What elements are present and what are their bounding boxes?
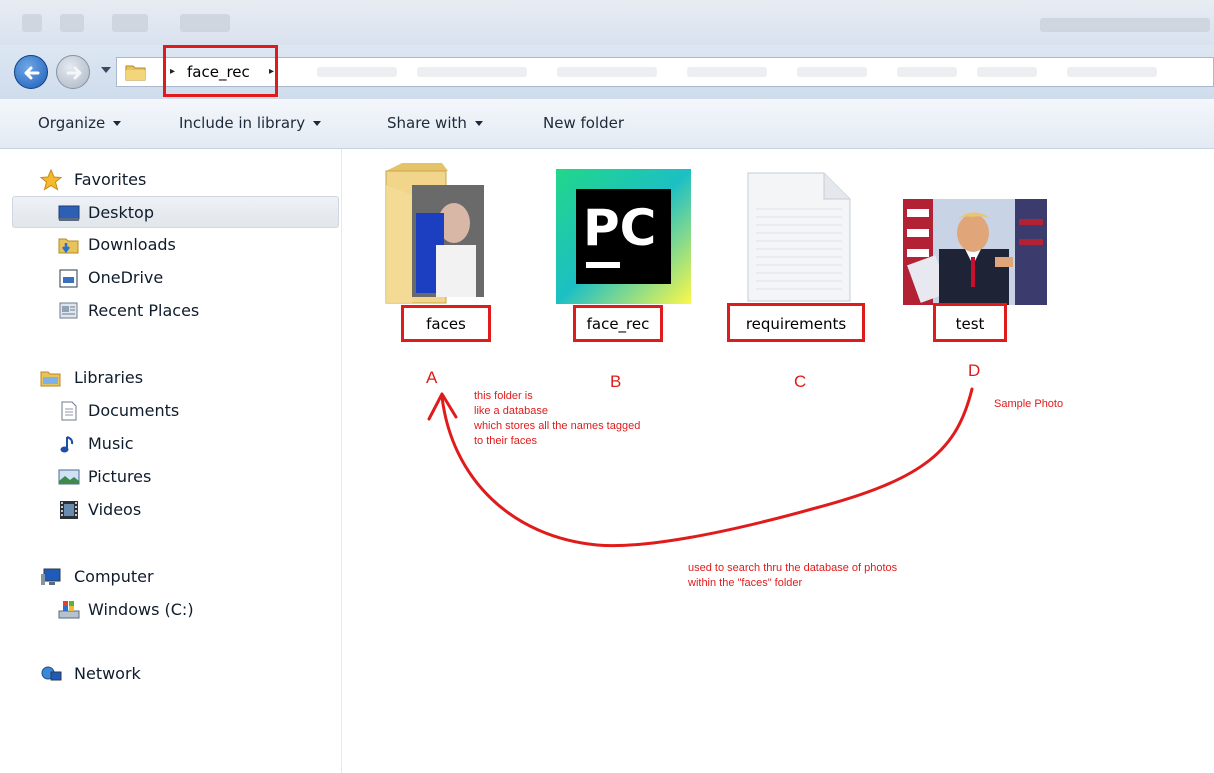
navigation-pane: Favorites Desktop Downloads OneDrive Rec… [0, 149, 342, 773]
blurred-bg [417, 67, 527, 77]
arrow-right-icon [66, 66, 82, 80]
blurred-bg [557, 67, 657, 77]
computer-icon [41, 568, 61, 585]
sidebar-item-label: OneDrive [88, 268, 164, 287]
explorer-window: ▸ face_rec ▸ Organize Include in library… [0, 0, 1214, 773]
blurred-bg [1067, 67, 1157, 77]
network-icon [41, 666, 62, 681]
new-folder-label: New folder [543, 114, 625, 132]
include-in-library-menu[interactable]: Include in library [179, 114, 322, 132]
recent-places-icon [59, 302, 78, 319]
sidebar-item-label: Desktop [88, 203, 154, 222]
sidebar-item-label: Recent Places [88, 301, 200, 320]
pictures-icon [58, 469, 80, 485]
music-icon [60, 436, 74, 453]
annotation-arrow [427, 387, 974, 548]
downloads-icon [58, 238, 79, 254]
sidebar-item-label: Network [74, 664, 141, 683]
blurred-bg [897, 67, 957, 77]
sidebar-item-label: Pictures [88, 467, 152, 486]
share-with-label: Share with [387, 114, 467, 132]
address-highlight-box [163, 45, 278, 97]
documents-icon [61, 401, 77, 421]
sidebar-item-label: Documents [88, 401, 180, 420]
share-with-menu[interactable]: Share with [387, 114, 483, 132]
sidebar-item-label: Music [88, 434, 134, 453]
sidebar-item-label: Computer [74, 567, 154, 586]
chevron-down-icon [474, 121, 483, 126]
file-list-pane: faces PC face_rec requirements test A B … [342, 149, 1214, 773]
sidebar-item-label: Videos [88, 500, 142, 519]
onedrive-icon [59, 269, 78, 288]
title-bar [0, 0, 1214, 45]
sidebar-item-label: Libraries [74, 368, 144, 387]
sidebar-item-label: Favorites [74, 170, 147, 189]
libraries-icon [40, 371, 61, 387]
blurred-bg [797, 67, 867, 77]
blurred-bg [687, 67, 767, 77]
window-title-blurred [1040, 18, 1210, 32]
chevron-down-icon [113, 121, 122, 126]
star-icon [40, 169, 62, 191]
include-in-library-label: Include in library [179, 114, 306, 132]
command-bar: Organize Include in library Share with N… [0, 99, 1214, 149]
arrow-left-icon [24, 66, 40, 80]
redo-icon[interactable] [180, 14, 230, 32]
sidebar-item-label: Downloads [88, 235, 176, 254]
forward-button[interactable] [56, 55, 90, 89]
blurred-bg [317, 67, 397, 77]
recent-locations-dropdown[interactable] [101, 67, 111, 73]
organize-label: Organize [38, 114, 106, 132]
videos-icon [60, 501, 78, 519]
drive-icon [58, 601, 80, 619]
chevron-down-icon [313, 121, 322, 126]
back-button[interactable] [14, 55, 48, 89]
address-bar[interactable]: ▸ face_rec ▸ [116, 57, 1214, 87]
organize-menu[interactable]: Organize [38, 114, 122, 132]
save-icon[interactable] [60, 14, 84, 32]
undo-icon[interactable] [112, 14, 148, 32]
folder-icon [125, 65, 146, 81]
desktop-icon [58, 205, 80, 221]
new-folder-button[interactable]: New folder [543, 114, 624, 132]
sidebar-item-label: Windows (C:) [88, 600, 194, 619]
blurred-bg [977, 67, 1037, 77]
app-icon [22, 14, 42, 32]
